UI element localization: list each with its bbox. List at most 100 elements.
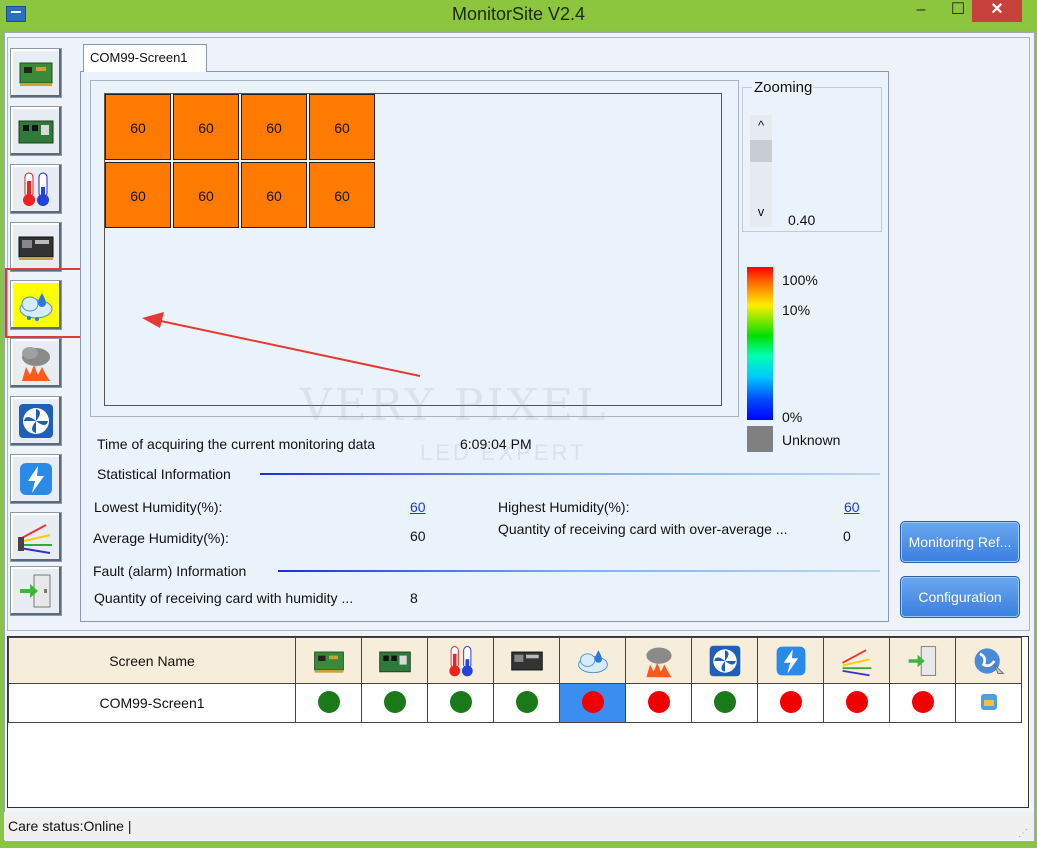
temperature-column[interactable] (427, 637, 494, 684)
stat-title: Statistical Information (97, 466, 231, 482)
door-column[interactable] (889, 637, 956, 684)
annotation-arrow (142, 312, 421, 377)
status-ok-dot (449, 690, 472, 713)
receiving-card-button[interactable] (10, 106, 62, 156)
receiving-card-cell[interactable]: 60 (241, 162, 307, 228)
status-cell-selected[interactable] (559, 683, 626, 723)
humidity-icon (577, 649, 608, 673)
fault-label: Quantity of receiving card with humidity… (94, 590, 354, 606)
power-icon (20, 463, 52, 495)
table-row[interactable]: COM99-Screen1 (8, 683, 1022, 723)
receiving-card-cell[interactable]: 60 (241, 94, 307, 160)
status-cell[interactable] (361, 683, 428, 723)
status-error-dot (581, 690, 604, 713)
globe-column[interactable] (955, 637, 1022, 684)
configuration-button[interactable]: Configuration (900, 576, 1020, 618)
table-header-row: Screen Name (8, 637, 1022, 684)
zoom-down-arrow-icon[interactable]: v (750, 204, 772, 219)
status-error-dot (911, 690, 934, 713)
fan-icon (709, 645, 740, 676)
status-cell[interactable] (889, 683, 956, 723)
humidity-column[interactable] (559, 637, 626, 684)
cable-column[interactable] (823, 637, 890, 684)
maximize-button[interactable]: ☐ (943, 0, 973, 22)
fault-value: 8 (410, 590, 418, 606)
screen-name-cell[interactable]: COM99-Screen1 (8, 683, 296, 723)
temperature-icon (23, 172, 49, 206)
fan-icon (19, 404, 53, 438)
highest-value-link[interactable]: 60 (844, 499, 860, 515)
fault-title: Fault (alarm) Information (93, 563, 247, 579)
receiving-card-cell[interactable]: 60 (309, 94, 375, 160)
status-bar: Care status:Online | ⋰ (4, 812, 1034, 840)
watermark: VERY PIXEL (300, 380, 609, 431)
status-cell[interactable] (625, 683, 692, 723)
care-status-text: Care status:Online | (8, 818, 132, 834)
legend-100: 100% (782, 272, 818, 288)
status-table: Screen Name COM99-Screen1 (8, 637, 1022, 723)
status-cell[interactable] (493, 683, 560, 723)
fault-divider (278, 570, 880, 572)
screen-name-header[interactable]: Screen Name (8, 637, 296, 684)
over-average-value: 0 (843, 528, 851, 544)
sending-card-column[interactable] (295, 637, 362, 684)
receiving-card-cell[interactable]: 60 (105, 162, 171, 228)
status-ok-dot (713, 690, 736, 713)
legend-10: 10% (782, 302, 811, 318)
monitoring-card-icon (18, 236, 54, 260)
legend-unknown-swatch (747, 426, 773, 452)
status-error-dot (845, 690, 868, 713)
receiving-card-cell[interactable]: 60 (105, 94, 171, 160)
time-value: 6:09:04 PM (460, 436, 532, 452)
zoom-title: Zooming (752, 79, 815, 96)
receiving-card-column[interactable] (361, 637, 428, 684)
temperature-button[interactable] (10, 164, 62, 214)
fan-button[interactable] (10, 396, 62, 446)
zoom-scroll-thumb[interactable] (750, 140, 772, 162)
smoke-icon (22, 347, 50, 381)
tab-com99-screen1[interactable]: COM99-Screen1 (83, 44, 207, 72)
receiving-card-cell[interactable]: 60 (173, 94, 239, 160)
cable-icon (841, 648, 871, 676)
status-cell[interactable] (955, 683, 1022, 723)
window-title: MonitorSite V2.4 (451, 4, 586, 24)
globe-icon (974, 647, 1004, 674)
sending-card-icon (313, 651, 344, 673)
status-cell[interactable] (757, 683, 824, 723)
status-ok-dot (317, 690, 340, 713)
power-icon (776, 646, 805, 675)
monitoring-refresh-button[interactable]: Monitoring Ref... (900, 521, 1020, 563)
fan-column[interactable] (691, 637, 758, 684)
smoke-column[interactable] (625, 637, 692, 684)
monitoring-card-column[interactable] (493, 637, 560, 684)
receiving-card-cell[interactable]: 60 (309, 162, 375, 228)
receiving-card-cell[interactable]: 60 (173, 162, 239, 228)
cable-button[interactable] (10, 512, 62, 562)
status-cell[interactable] (823, 683, 890, 723)
minimize-button[interactable]: – (906, 0, 936, 22)
zoom-up-arrow-icon[interactable]: ^ (750, 118, 772, 133)
status-cell[interactable] (295, 683, 362, 723)
status-error-dot (647, 690, 670, 713)
resize-grip-icon[interactable]: ⋰ (1018, 820, 1028, 848)
monitoring-card-icon (510, 651, 543, 670)
legend-0: 0% (782, 409, 803, 425)
door-icon (20, 574, 51, 608)
average-label: Average Humidity(%): (93, 530, 229, 546)
zoom-value: 0.40 (788, 212, 816, 228)
sending-card-button[interactable] (10, 48, 62, 98)
close-button[interactable]: ✕ (972, 0, 1022, 22)
status-cell[interactable] (691, 683, 758, 723)
status-cell[interactable] (427, 683, 494, 723)
stat-divider (260, 473, 880, 475)
monitoring-card-button[interactable] (10, 222, 62, 272)
power-column[interactable] (757, 637, 824, 684)
power-button[interactable] (10, 454, 62, 504)
door-button[interactable] (10, 566, 62, 616)
average-value: 60 (410, 528, 426, 544)
smoke-button[interactable] (10, 338, 62, 388)
over-average-label: Quantity of receiving card with over-ave… (498, 521, 788, 537)
lowest-value-link[interactable]: 60 (410, 499, 426, 515)
cable-icon (18, 524, 52, 554)
info-small-icon (980, 693, 997, 710)
